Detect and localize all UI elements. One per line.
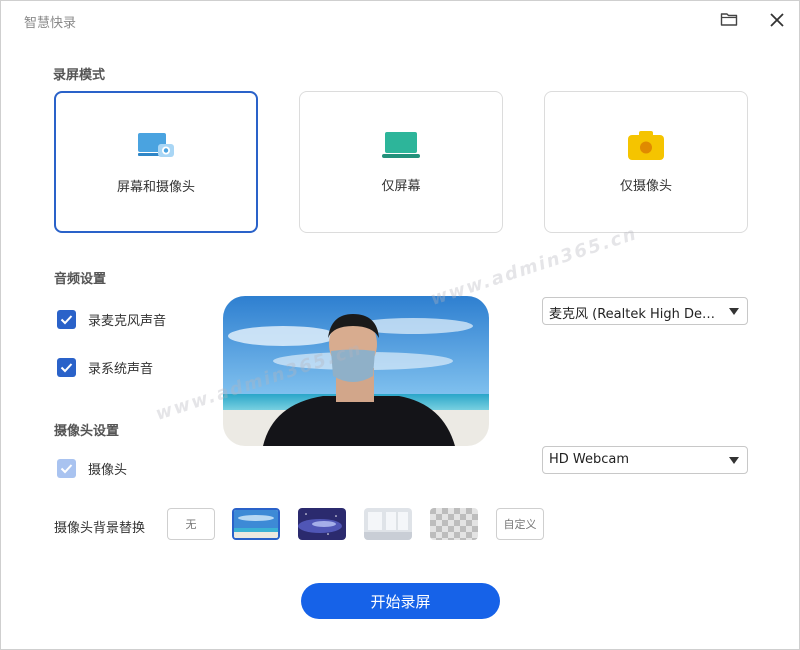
- camera-checkbox[interactable]: 摄像头: [57, 458, 127, 478]
- mode-card-screen-and-camera[interactable]: 屏幕和摄像头: [54, 91, 258, 233]
- folder-icon[interactable]: [720, 11, 738, 27]
- mode-label: 屏幕和摄像头: [116, 180, 195, 195]
- laptop-icon: [381, 130, 421, 162]
- close-icon[interactable]: [767, 10, 787, 30]
- record-system-audio-label: 录系统声音: [88, 361, 154, 377]
- mode-label: 仅摄像头: [619, 179, 672, 194]
- checkbox-checked-icon[interactable]: [57, 357, 76, 377]
- window-title: 智慧快录: [24, 16, 77, 31]
- checkbox-checked-icon[interactable]: [57, 309, 76, 329]
- mode-label: 仅屏幕: [381, 179, 421, 194]
- bg-option-galaxy[interactable]: [298, 508, 346, 540]
- bg-option-beach[interactable]: [232, 508, 280, 540]
- mic-device-select[interactable]: 麦克风 (Realtek High Definition Audio): [542, 297, 748, 325]
- checkbox-checked-icon[interactable]: [57, 458, 76, 478]
- bg-option-custom[interactable]: 自定义: [496, 508, 544, 540]
- bg-option-room[interactable]: [364, 508, 412, 540]
- screen-camera-icon: [136, 131, 176, 163]
- chevron-down-icon: [729, 308, 739, 315]
- record-system-audio-checkbox[interactable]: 录系统声音: [57, 357, 153, 377]
- mode-card-screen-only[interactable]: 仅屏幕: [299, 91, 503, 233]
- app-window: 智慧快录 录屏模式 屏幕和摄像头 仅屏幕 仅摄像头 音频设置 录麦克风声音 录系…: [0, 0, 800, 650]
- camera-section-title: 摄像头设置: [54, 424, 120, 439]
- start-recording-button[interactable]: 开始录屏: [301, 583, 500, 619]
- camera-icon: [626, 130, 666, 162]
- mode-section-title: 录屏模式: [53, 68, 106, 83]
- bg-option-transparent[interactable]: [430, 508, 478, 540]
- record-mic-checkbox[interactable]: 录麦克风声音: [57, 309, 166, 329]
- mode-card-camera-only[interactable]: 仅摄像头: [544, 91, 748, 233]
- camera-device-select[interactable]: HD Webcam: [542, 446, 748, 474]
- camera-preview: [223, 296, 489, 446]
- audio-section-title: 音频设置: [54, 272, 107, 287]
- bg-replace-label: 摄像头背景替换: [54, 521, 146, 536]
- camera-label: 摄像头: [88, 462, 128, 478]
- record-mic-label: 录麦克风声音: [88, 313, 167, 329]
- chevron-down-icon: [729, 457, 739, 464]
- camera-device-value: HD Webcam: [549, 452, 630, 467]
- mic-device-value: 麦克风 (Realtek High Definition Audio): [549, 307, 721, 322]
- bg-option-none[interactable]: 无: [167, 508, 215, 540]
